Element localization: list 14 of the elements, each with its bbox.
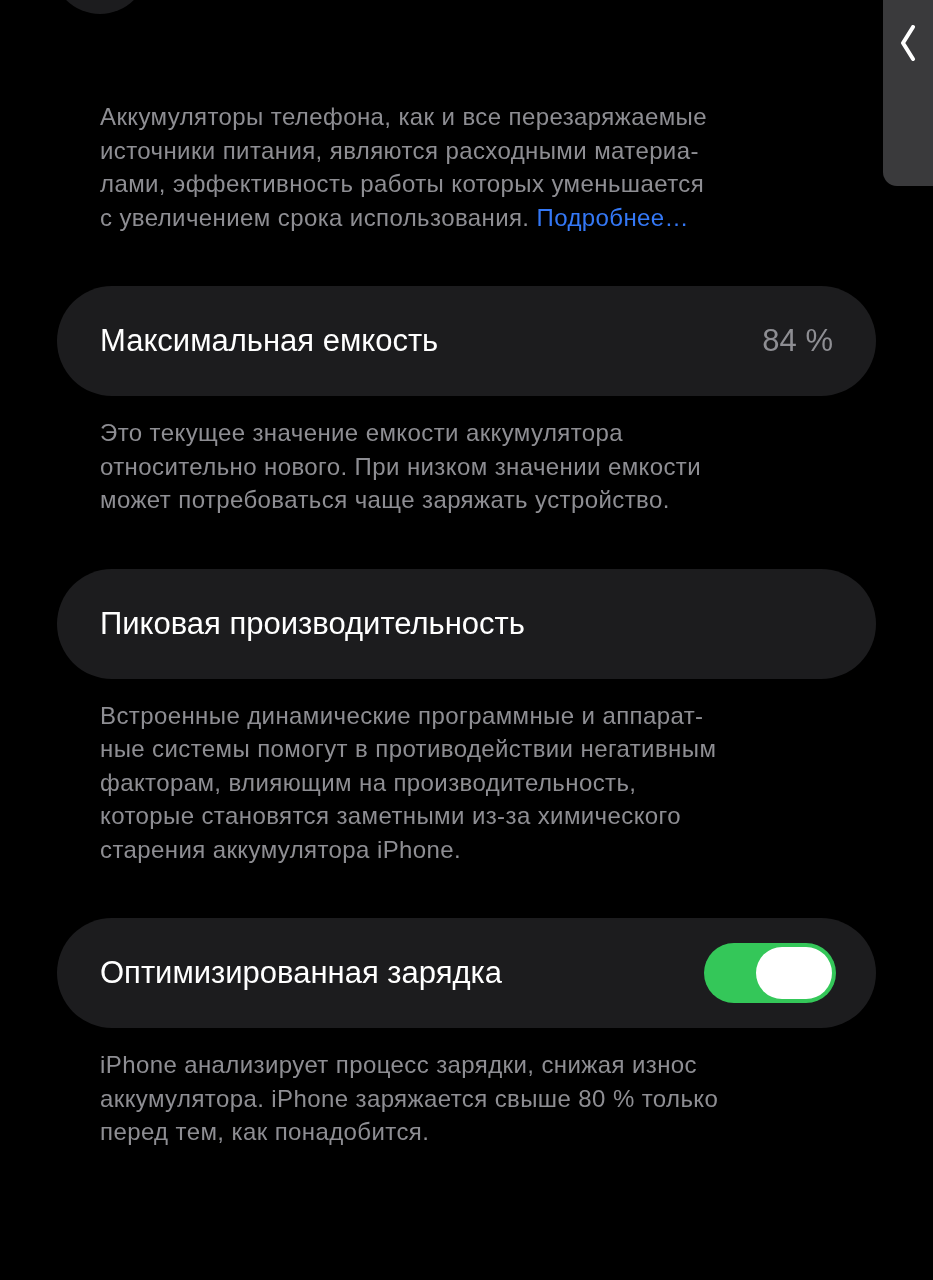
chevron-left-icon: [900, 25, 916, 61]
toggle-switch[interactable]: [704, 943, 836, 1003]
row-label: Оптимизированная зарядка: [100, 955, 502, 991]
row-description: iPhone анализирует процесс зарядки, снижая износ аккумулятора. iPhone заряжается свыше 80 % только перед тем, как понадобится.: [99, 1050, 720, 1147]
intro-text: Аккумуляторы телефона, как и все перезаряжаемые источники питания, являются расходными материа- лами, эффективность работы которых уменьшается с увеличением срока использования. Подробнее…: [99, 102, 708, 233]
more-link[interactable]: Подробнее…: [536, 203, 689, 231]
row-label: Максимальная емкость: [100, 323, 439, 359]
side-panel-handle[interactable]: [883, 0, 933, 186]
settings-row[interactable]: Пиковая производительность: [57, 568, 876, 679]
settings-row[interactable]: Максимальная емкость 84 %: [57, 286, 876, 396]
row-description: Это текущее значение емкости аккумулятора относительно нового. При низком значении емкости может потребоваться чаще заряжать устройство.: [99, 418, 703, 515]
row-description: Встроенные динамические программные и аппарат- ные системы помогут в противодействии негативным факторам, влияющим на производительность, которые становятся заметными из-за химического старения аккумулятора iPhone.: [99, 700, 718, 865]
row-value: 84 %: [762, 323, 833, 359]
row-label: Пиковая производительность: [100, 605, 525, 642]
